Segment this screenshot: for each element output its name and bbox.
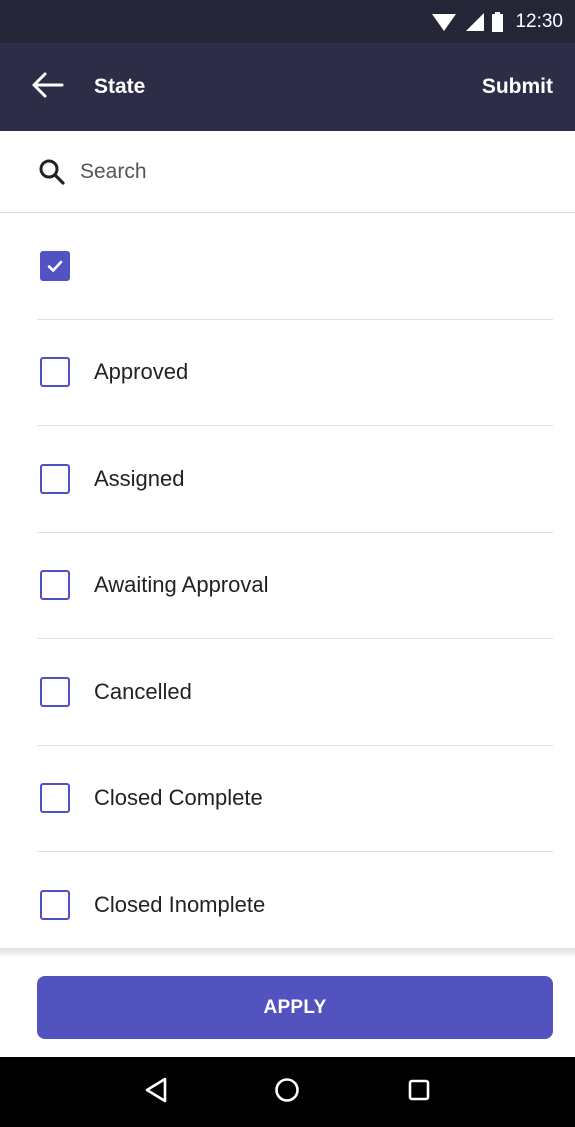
state-list: Approved Assigned Awaiting Approval Cancell…	[0, 213, 575, 959]
search-icon	[38, 158, 66, 186]
recents-square-icon	[405, 1076, 433, 1109]
battery-icon	[492, 11, 504, 32]
list-item-label: Closed Complete	[94, 785, 263, 811]
list-item[interactable]: Closed Complete	[37, 746, 553, 852]
checkbox[interactable]	[40, 889, 70, 920]
status-time: 12:30	[515, 10, 563, 32]
search-bar	[0, 131, 575, 213]
list-item[interactable]	[37, 213, 553, 320]
checkbox[interactable]	[40, 783, 70, 814]
wifi-icon	[432, 12, 457, 32]
apply-button[interactable]: APPLY	[37, 976, 553, 1039]
list-item-label: Approved	[94, 359, 189, 385]
list-item[interactable]: Approved	[37, 320, 553, 426]
checkbox[interactable]	[40, 570, 70, 601]
checkmark-icon	[47, 260, 63, 272]
nav-back-button[interactable]	[136, 1072, 176, 1112]
checkbox[interactable]	[40, 250, 70, 281]
submit-button[interactable]: Submit	[482, 75, 553, 99]
nav-home-button[interactable]	[267, 1072, 307, 1112]
footer-panel: APPLY	[0, 956, 575, 1057]
checkbox[interactable]	[40, 676, 70, 707]
status-bar: 12:30	[0, 0, 575, 43]
search-input[interactable]	[80, 159, 520, 184]
list-item-label: Assigned	[94, 465, 185, 491]
nav-recents-button[interactable]	[399, 1072, 439, 1112]
system-nav-bar	[0, 1057, 575, 1127]
arrow-left-icon	[30, 71, 64, 104]
list-item[interactable]: Awaiting Approval	[37, 533, 553, 639]
checkbox[interactable]	[40, 463, 70, 494]
checkbox[interactable]	[40, 357, 70, 388]
app-bar: State Submit	[0, 43, 575, 131]
back-button[interactable]	[30, 57, 90, 117]
list-item-label: Awaiting Approval	[94, 572, 269, 598]
list-item-label: Cancelled	[94, 678, 192, 704]
list-item-label: Closed Inomplete	[94, 891, 266, 917]
back-triangle-icon	[143, 1076, 169, 1109]
list-item[interactable]: Cancelled	[37, 639, 553, 746]
page-title: State	[94, 75, 146, 98]
home-circle-icon	[273, 1076, 301, 1109]
list-item[interactable]: Closed Inomplete	[37, 852, 553, 959]
list-item[interactable]: Assigned	[37, 426, 553, 533]
signal-icon	[464, 12, 485, 32]
